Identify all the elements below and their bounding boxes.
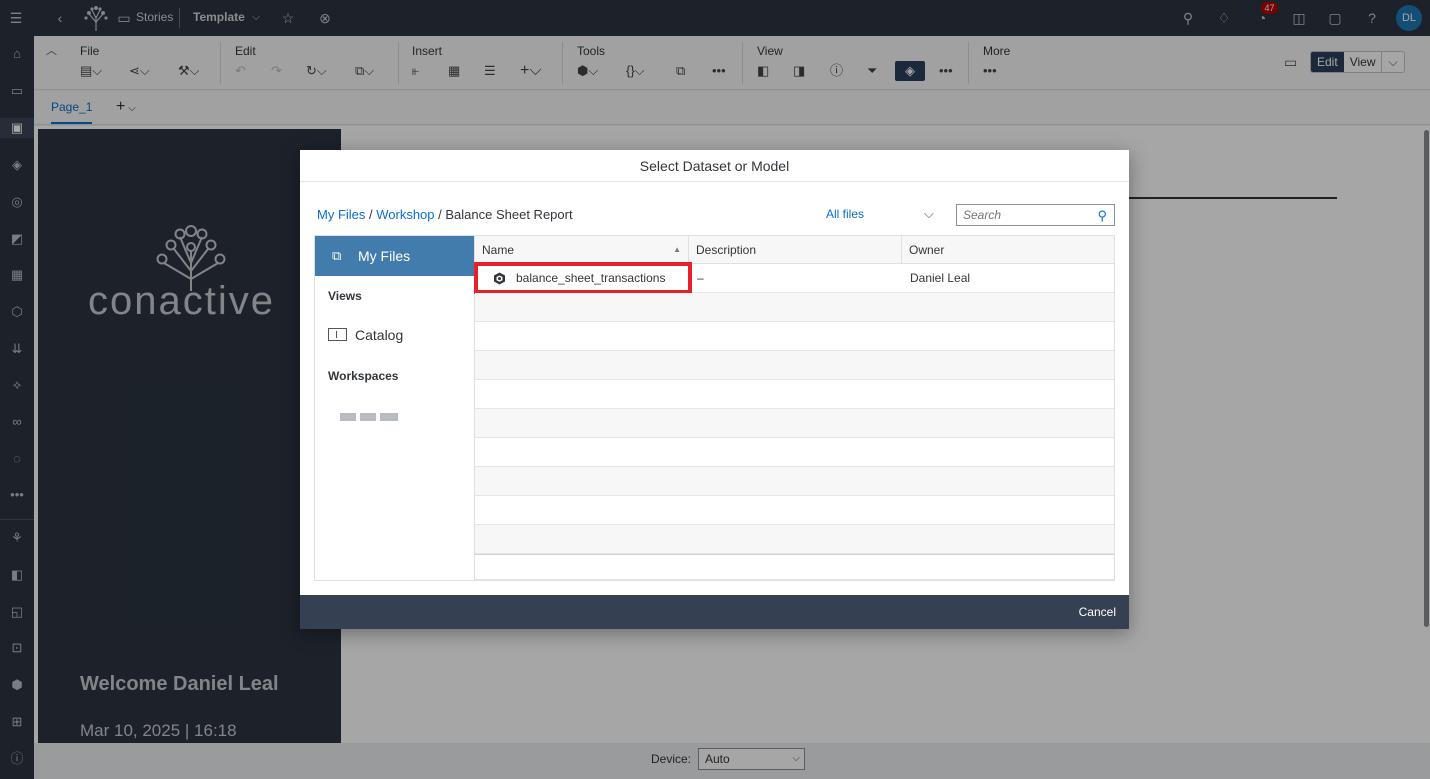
side-item-label: My Files — [358, 248, 411, 264]
select-dataset-dialog: Select Dataset or Model My Files / Works… — [300, 150, 1129, 629]
cell-owner: Daniel Leal — [910, 271, 971, 285]
side-item-catalog[interactable]: Catalog — [328, 327, 403, 343]
dialog-title: Select Dataset or Model — [300, 150, 1129, 182]
table-row — [475, 496, 1114, 525]
table-header: Name ▲ Description Owner — [475, 236, 1114, 264]
table-row — [475, 322, 1114, 351]
column-label: Name — [482, 243, 515, 257]
breadcrumb-my-files[interactable]: My Files — [317, 207, 365, 222]
cancel-button[interactable]: Cancel — [1079, 595, 1116, 629]
table-row — [475, 525, 1114, 554]
breadcrumb-separator: / — [365, 207, 377, 222]
breadcrumb: My Files / Workshop / Balance Sheet Repo… — [317, 207, 573, 222]
column-header-description[interactable]: Description — [689, 236, 902, 264]
search-input[interactable] — [963, 205, 1093, 225]
breadcrumb-separator: / — [434, 207, 446, 222]
column-header-owner[interactable]: Owner — [902, 236, 1114, 264]
search-icon[interactable]: ⚲ — [1097, 208, 1107, 224]
file-table: Name ▲ Description Owner balance_sheet_t… — [474, 235, 1115, 581]
side-item-my-files[interactable]: ⧉ My Files — [315, 236, 475, 276]
table-row — [475, 351, 1114, 380]
table-row[interactable]: balance_sheet_transactions – Daniel Leal — [474, 262, 1114, 294]
my-files-icon: ⧉ — [332, 248, 342, 263]
dialog-footer: Cancel — [300, 595, 1129, 629]
table-row — [475, 467, 1114, 496]
workspaces-header: Workspaces — [328, 369, 399, 383]
sort-ascending-icon[interactable]: ▲ — [673, 236, 681, 264]
selection-highlight-box — [474, 262, 692, 294]
views-header: Views — [328, 289, 362, 303]
side-item-label: Catalog — [355, 327, 404, 343]
table-row — [475, 409, 1114, 438]
table-row — [475, 554, 1114, 580]
catalog-icon — [328, 328, 347, 341]
breadcrumb-workshop[interactable]: Workshop — [376, 207, 434, 222]
breadcrumb-current: Balance Sheet Report — [445, 207, 573, 222]
table-row — [475, 380, 1114, 409]
chevron-down-icon: ⌵ — [924, 206, 934, 221]
filter-value: All files — [826, 207, 865, 221]
table-row — [475, 293, 1114, 322]
search-field[interactable]: ⚲ — [956, 204, 1115, 226]
file-type-filter[interactable]: All files ⌵ — [826, 206, 936, 221]
table-row — [475, 438, 1114, 467]
column-header-name[interactable]: Name ▲ — [475, 236, 689, 264]
dialog-side-list: ⧉ My Files Views Catalog Workspaces — [314, 235, 475, 581]
cell-description: – — [697, 271, 704, 285]
side-item-workspace[interactable] — [340, 408, 408, 422]
